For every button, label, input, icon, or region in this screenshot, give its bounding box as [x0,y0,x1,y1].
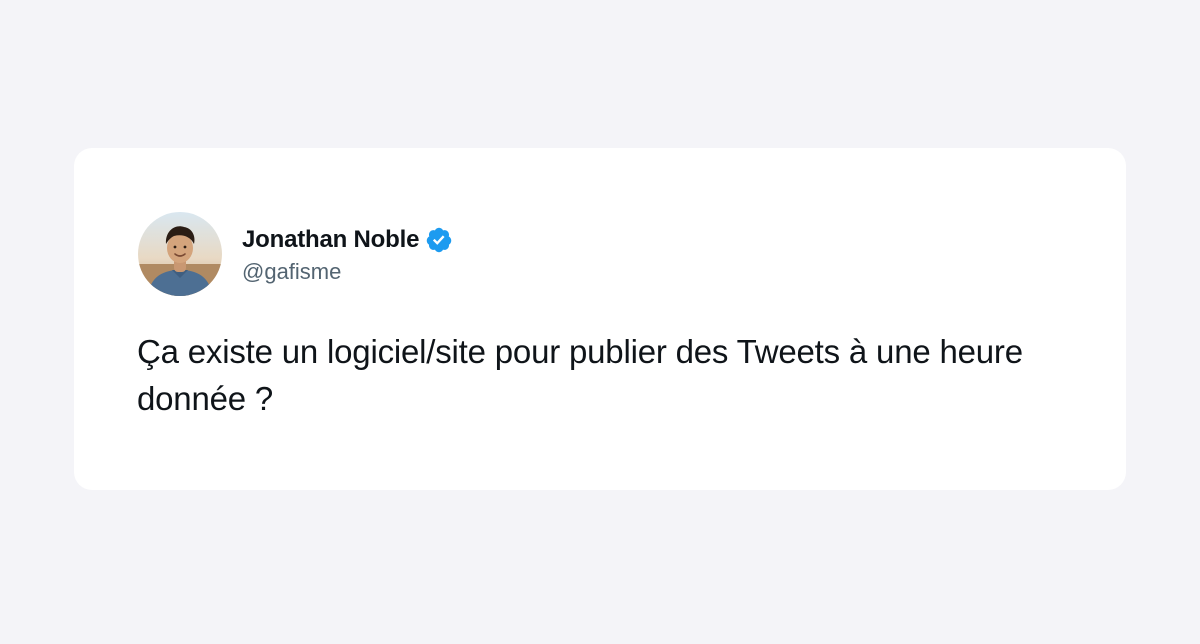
author-display-name[interactable]: Jonathan Noble [242,226,419,254]
author-handle[interactable]: @gafisme [242,259,453,285]
verified-badge-icon [425,226,453,254]
author-identity: Jonathan Noble @gafisme [242,223,453,285]
tweet-card: Jonathan Noble @gafisme Ça existe un log… [74,148,1126,490]
avatar-photo [138,212,222,296]
name-row: Jonathan Noble [242,223,453,257]
tweet-text: Ça existe un logiciel/site pour publier … [137,333,1023,417]
avatar[interactable] [138,212,222,296]
tweet-header: Jonathan Noble @gafisme [138,212,453,296]
